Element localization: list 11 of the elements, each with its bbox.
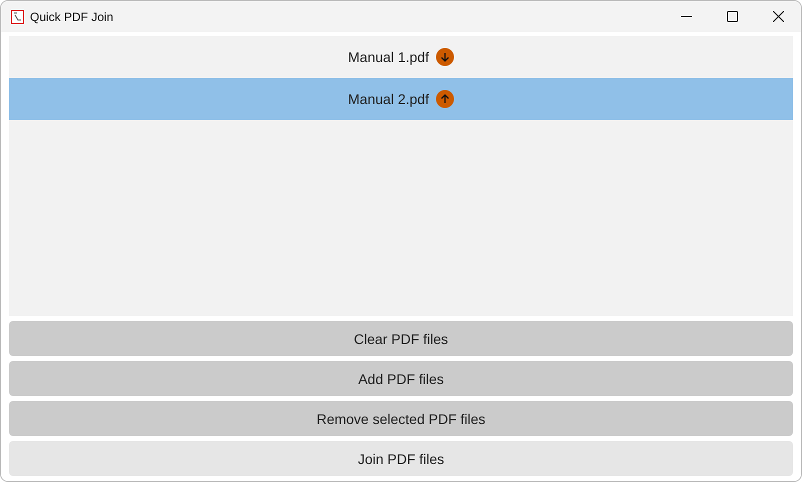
action-button[interactable]: Remove selected PDF files (9, 401, 793, 436)
file-row[interactable]: Manual 2.pdf (9, 78, 793, 120)
action-button[interactable]: Clear PDF files (9, 321, 793, 356)
file-row[interactable]: Manual 1.pdf (9, 36, 793, 78)
window-title: Quick PDF Join (30, 10, 114, 24)
maximize-icon (726, 11, 738, 22)
file-name: Manual 1.pdf (348, 49, 429, 65)
close-icon (772, 11, 784, 22)
pdf-icon (11, 10, 24, 24)
file-name: Manual 2.pdf (348, 91, 429, 107)
action-button[interactable]: Add PDF files (9, 361, 793, 396)
